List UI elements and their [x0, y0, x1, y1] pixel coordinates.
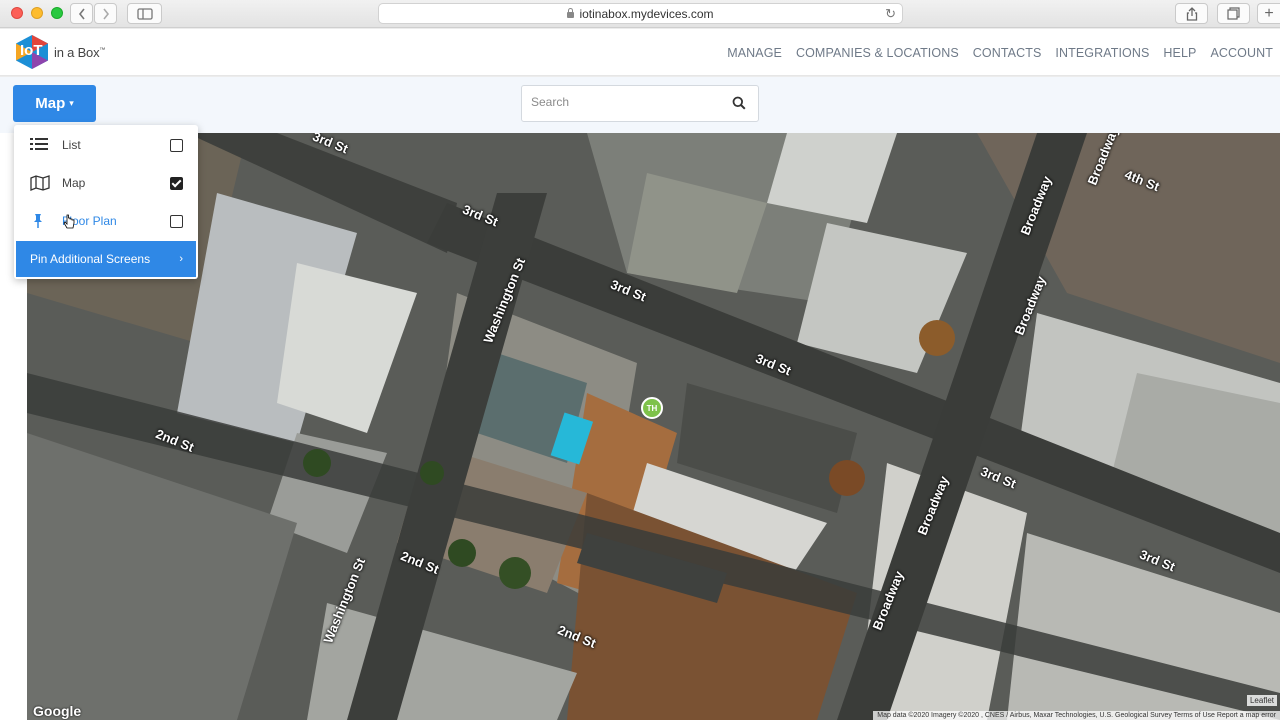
forward-button[interactable] — [94, 3, 117, 24]
address-bar[interactable]: iotinabox.mydevices.com ↻ — [378, 3, 903, 24]
chevron-right-icon — [102, 8, 109, 19]
pin-additional-screens-label: Pin Additional Screens — [30, 252, 151, 266]
leaflet-attribution-link[interactable]: Leaflet — [1246, 695, 1277, 706]
share-icon — [1186, 6, 1197, 21]
view-mode-dropdown: List Map Floor Plan Pin Additional Scree… — [14, 125, 198, 279]
list-icon — [30, 137, 50, 153]
browser-toolbar: iotinabox.mydevices.com ↻ + — [0, 0, 1280, 28]
search-input[interactable] — [531, 95, 721, 109]
app-header: IoT in a Box™ MANAGE COMPANIES & LOCATIO… — [0, 29, 1280, 76]
satellite-imagery — [27, 133, 1280, 720]
nav-account[interactable]: ACCOUNT — [1210, 46, 1273, 60]
map-icon — [30, 175, 50, 191]
search-icon[interactable] — [732, 96, 746, 115]
logo-text-label: in a Box — [54, 44, 100, 60]
nav-companies-locations[interactable]: COMPANIES & LOCATIONS — [796, 46, 959, 60]
pin-additional-screens-button[interactable]: Pin Additional Screens › — [16, 241, 196, 277]
nav-help[interactable]: HELP — [1163, 46, 1196, 60]
view-mode-button[interactable]: Map ▾ — [13, 85, 96, 122]
dropdown-item-floor-plan[interactable]: Floor Plan — [14, 202, 198, 240]
google-logo: Google — [33, 703, 82, 719]
plus-icon: + — [1264, 4, 1274, 22]
mouse-cursor-icon — [63, 214, 75, 229]
view-mode-label: Map — [35, 95, 66, 112]
pin-icon — [30, 213, 50, 229]
dropdown-item-label: Map — [62, 176, 86, 190]
dropdown-item-list[interactable]: List — [14, 126, 198, 164]
search-box — [521, 85, 759, 122]
minimize-window-button[interactable] — [31, 7, 43, 19]
map-checkbox[interactable] — [170, 176, 183, 190]
back-button[interactable] — [70, 3, 93, 24]
nav-contacts[interactable]: CONTACTS — [973, 46, 1042, 60]
top-nav: MANAGE COMPANIES & LOCATIONS CONTACTS IN… — [727, 29, 1280, 76]
nav-manage[interactable]: MANAGE — [727, 46, 782, 60]
reload-icon[interactable]: ↻ — [885, 6, 896, 22]
nav-integrations[interactable]: INTEGRATIONS — [1055, 46, 1149, 60]
tabs-icon — [1227, 7, 1240, 20]
floor-plan-checkbox[interactable] — [170, 214, 183, 228]
iot-logo-icon: IoT — [13, 34, 51, 70]
share-button[interactable] — [1175, 3, 1208, 24]
logo-text: in a Box™ — [54, 45, 105, 60]
new-tab-button[interactable]: + — [1257, 3, 1280, 24]
location-marker-label: TH — [646, 403, 658, 413]
list-checkbox[interactable] — [170, 138, 183, 152]
dropdown-item-label: List — [62, 138, 81, 152]
fullscreen-window-button[interactable] — [51, 7, 63, 19]
logo[interactable]: IoT in a Box™ — [13, 34, 105, 70]
chevron-down-icon: ▾ — [69, 98, 74, 108]
satellite-map[interactable]: 3rd St 3rd St 3rd St 3rd St 3rd St 3rd S… — [27, 133, 1280, 720]
chevron-left-icon — [78, 8, 85, 19]
chevron-right-icon: › — [179, 253, 183, 265]
lock-icon — [567, 7, 575, 18]
location-marker[interactable]: TH — [641, 397, 663, 419]
dropdown-item-map[interactable]: Map — [14, 164, 198, 202]
sidebar-icon — [136, 7, 153, 20]
tabs-overview-button[interactable] — [1217, 3, 1250, 24]
close-window-button[interactable] — [11, 7, 23, 19]
sidebar-toggle-button[interactable] — [127, 3, 162, 24]
map-attribution: Map data ©2020 Imagery ©2020 , CNES / Ai… — [873, 711, 1280, 720]
logo-trademark: ™ — [99, 47, 106, 54]
logo-mark-text: IoT — [20, 42, 43, 59]
url-text: iotinabox.mydevices.com — [579, 6, 714, 21]
